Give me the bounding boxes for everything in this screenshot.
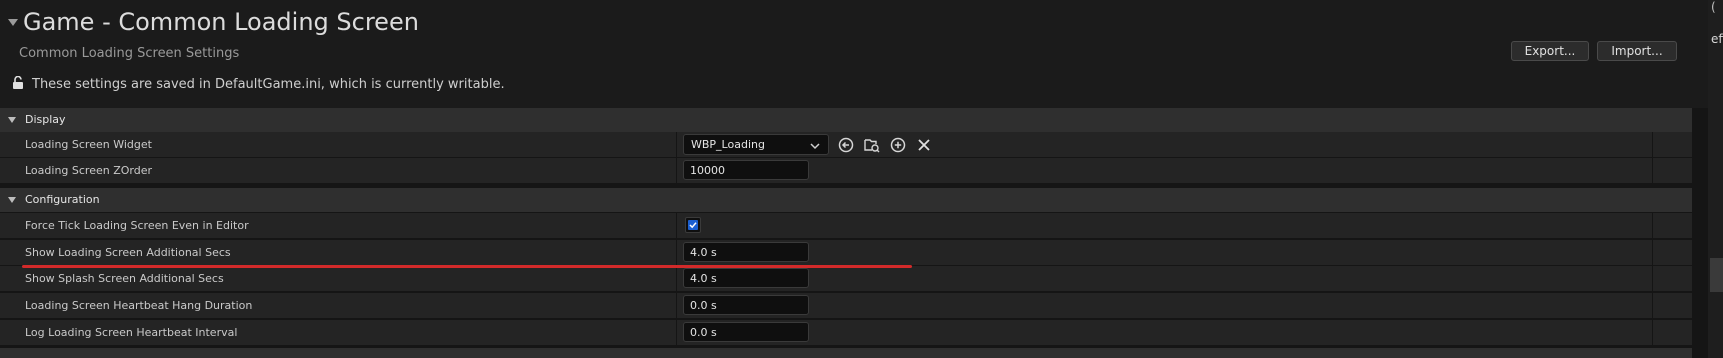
- settings-panel: Game - Common Loading Screen Common Load…: [0, 0, 1708, 358]
- edge-partial-text: efi: [1711, 32, 1723, 46]
- splash-screen-additional-secs-input[interactable]: 4.0 s: [683, 268, 809, 288]
- property-row-heartbeat-hang-duration: Loading Screen Heartbeat Hang Duration 0…: [0, 293, 1692, 319]
- property-label: Show Splash Screen Additional Secs: [25, 272, 224, 285]
- checkmark-icon: [688, 220, 698, 230]
- config-file-notice: These settings are saved in DefaultGame.…: [12, 75, 505, 93]
- use-selected-asset-icon[interactable]: [838, 137, 854, 153]
- property-label: Loading Screen ZOrder: [25, 164, 153, 177]
- property-row-loading-screen-widget: Loading Screen Widget WBP_Loading: [0, 132, 1692, 158]
- clear-icon[interactable]: [916, 137, 932, 153]
- section-configuration[interactable]: Configuration: [0, 188, 1692, 212]
- panel-bottom-edge: [0, 348, 1692, 358]
- chevron-down-icon: [810, 140, 820, 153]
- dropdown-value: WBP_Loading: [691, 138, 765, 151]
- title-row: Game - Common Loading Screen: [8, 8, 419, 36]
- page-title: Game - Common Loading Screen: [23, 8, 419, 36]
- property-row-show-splash-screen-additional-secs: Show Splash Screen Additional Secs 4.0 s: [0, 266, 1692, 292]
- widget-class-dropdown[interactable]: WBP_Loading: [683, 134, 829, 155]
- section-label: Configuration: [25, 193, 100, 206]
- heartbeat-interval-input[interactable]: 0.0 s: [683, 322, 809, 342]
- section-collapse-icon[interactable]: [8, 117, 16, 123]
- unlock-icon: [12, 75, 24, 93]
- property-label: Force Tick Loading Screen Even in Editor: [25, 219, 249, 232]
- browse-asset-icon[interactable]: [864, 137, 880, 153]
- force-tick-checkbox[interactable]: [685, 217, 701, 233]
- loading-screen-additional-secs-input[interactable]: 4.0 s: [683, 242, 809, 262]
- zorder-input[interactable]: 10000: [683, 160, 809, 180]
- property-row-show-loading-screen-additional-secs: Show Loading Screen Additional Secs 4.0 …: [0, 240, 1692, 266]
- property-label: Show Loading Screen Additional Secs: [25, 246, 231, 259]
- property-label: Log Loading Screen Heartbeat Interval: [25, 326, 238, 339]
- notice-text: These settings are saved in DefaultGame.…: [32, 77, 505, 92]
- export-button[interactable]: Export...: [1511, 41, 1589, 61]
- property-row-force-tick: Force Tick Loading Screen Even in Editor: [0, 213, 1692, 239]
- section-collapse-icon[interactable]: [8, 197, 16, 203]
- edge-bracket-text: (: [1711, 0, 1716, 14]
- page-subtitle: Common Loading Screen Settings: [19, 46, 240, 61]
- collapse-arrow-icon[interactable]: [8, 18, 18, 26]
- property-row-loading-screen-zorder: Loading Screen ZOrder 10000: [0, 158, 1692, 184]
- property-label: Loading Screen Widget: [25, 138, 152, 151]
- property-row-heartbeat-interval: Log Loading Screen Heartbeat Interval 0.…: [0, 320, 1692, 346]
- scrollbar-thumb[interactable]: [1710, 258, 1723, 292]
- heartbeat-hang-duration-input[interactable]: 0.0 s: [683, 295, 809, 315]
- settings-header: Game - Common Loading Screen Common Load…: [0, 0, 1708, 108]
- annotation-underline: [22, 265, 912, 268]
- section-display[interactable]: Display: [0, 108, 1692, 132]
- section-label: Display: [25, 113, 66, 126]
- scrollbar-track[interactable]: [1708, 0, 1723, 358]
- property-label: Loading Screen Heartbeat Hang Duration: [25, 299, 253, 312]
- import-button[interactable]: Import...: [1597, 41, 1677, 61]
- add-icon[interactable]: [890, 137, 906, 153]
